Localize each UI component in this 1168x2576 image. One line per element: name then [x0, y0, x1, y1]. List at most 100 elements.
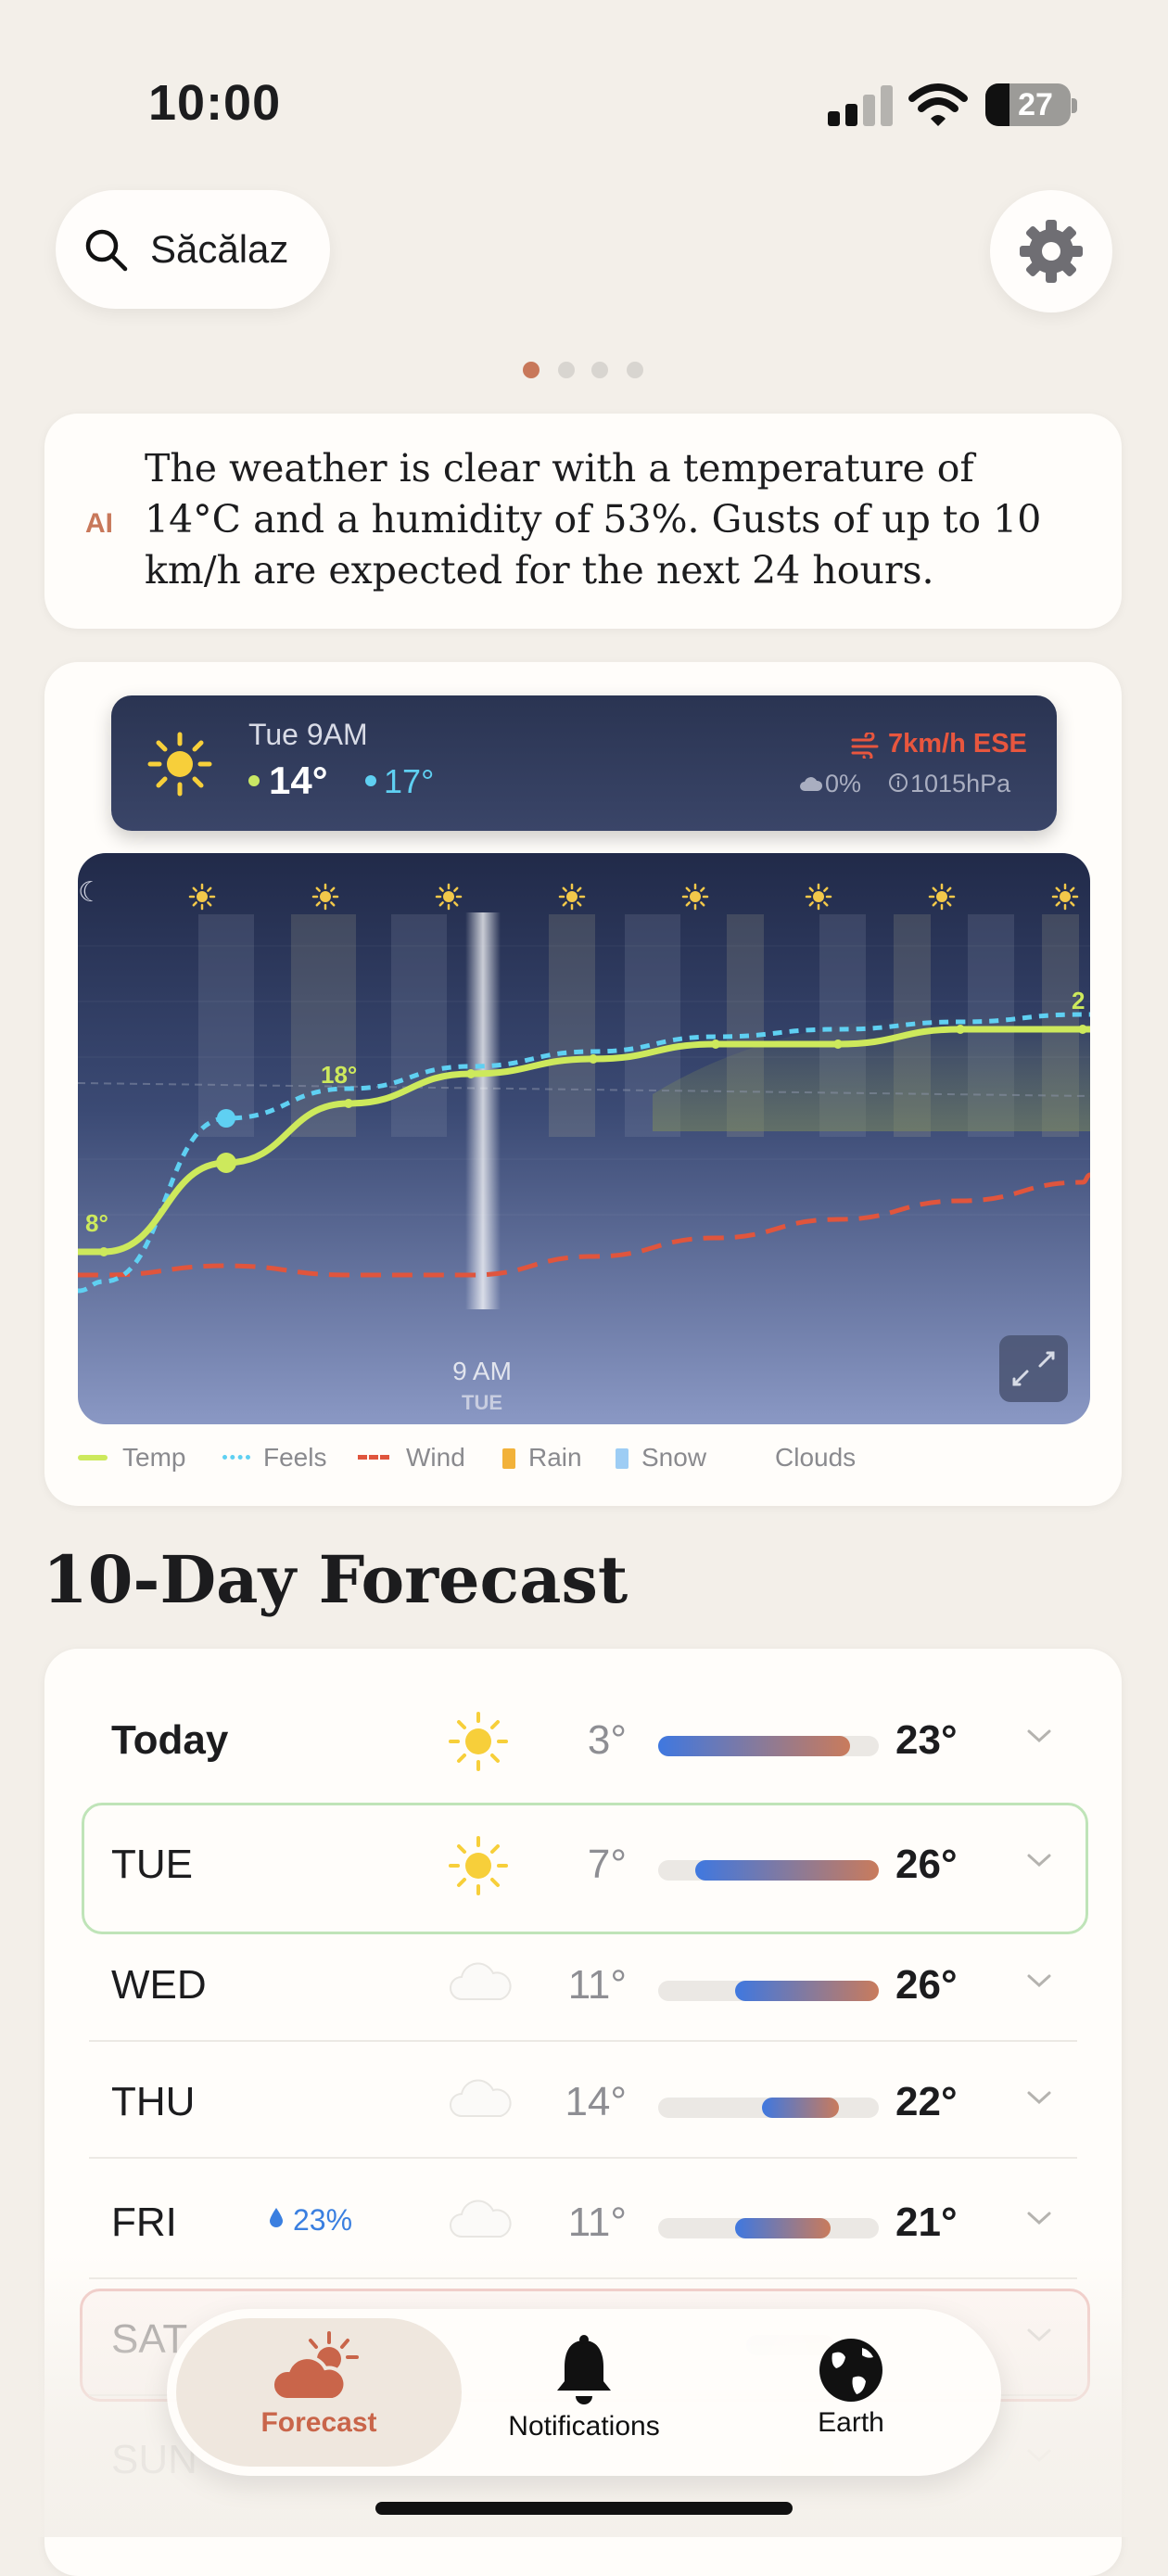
sun-icon: [311, 883, 339, 911]
sun-icon: [681, 883, 709, 911]
cloud-icon: [445, 2070, 512, 2136]
legend-temp: Temp: [78, 1443, 185, 1473]
row-separator: [89, 2040, 1077, 2042]
forecast-title: 10-Day Forecast: [43, 1541, 628, 1618]
legend-clouds: Clouds: [775, 1443, 857, 1472]
settings-button[interactable]: [990, 190, 1112, 312]
temp-point: [99, 1247, 108, 1256]
temp-range-bar: [658, 2218, 879, 2238]
high-temp: 22°: [895, 2079, 958, 2124]
row-separator: [89, 2157, 1077, 2159]
chevron-down-icon[interactable]: [1025, 2088, 1053, 2107]
tab-forecast[interactable]: Forecast: [176, 2327, 462, 2439]
high-temp: 26°: [895, 1962, 958, 2008]
tab-earth[interactable]: Earth: [749, 2333, 953, 2439]
page-dot[interactable]: [627, 362, 643, 378]
precipitation-chance: 0%: [825, 770, 862, 797]
cloud-column: [549, 914, 595, 1137]
sun-icon: [558, 883, 586, 911]
temp-edge-label: 2: [1072, 987, 1085, 1014]
cursor-time-label: 9 AM: [452, 1357, 512, 1385]
rain-chance: 23%: [293, 2203, 353, 2237]
sun-icon: [435, 883, 463, 911]
chevron-down-icon[interactable]: [1025, 1851, 1053, 1869]
low-temp: 7°: [587, 1842, 627, 1887]
legend-wind: Wind: [358, 1443, 465, 1473]
temp-dot: [248, 775, 260, 786]
selected-temp-point: [216, 1153, 236, 1173]
globe-icon: [819, 2339, 882, 2402]
battery-nub: [1072, 98, 1077, 113]
ai-summary-text: The weather is clear with a temperature …: [145, 446, 1042, 593]
temp-range-bar: [658, 2098, 879, 2118]
low-temp: 14°: [565, 2079, 627, 2124]
page-dot[interactable]: [591, 362, 608, 378]
feels-dot: [365, 775, 376, 786]
chart-legend: Temp Feels Wind Rain Snow Clouds: [78, 1443, 1098, 1480]
forecast-day: FRI: [111, 2200, 177, 2245]
cellular-signal-icon: [828, 85, 893, 126]
cursor-day-label: TUE: [462, 1391, 502, 1414]
temp-range-bar: [658, 1736, 879, 1756]
search-icon: [85, 229, 128, 272]
sun-icon: [445, 1708, 512, 1775]
wifi-icon: [908, 83, 968, 126]
chevron-down-icon[interactable]: [1025, 1727, 1053, 1745]
hourly-chart-svg[interactable]: 8° 18° 2 ☾ 9 AM TUE: [78, 853, 1090, 1424]
selected-feels-point: [217, 1109, 235, 1128]
page-dot-active[interactable]: [523, 362, 540, 378]
battery-indicator: 27: [985, 83, 1071, 126]
forecast-row-today[interactable]: Today 3° 23°: [89, 1682, 1077, 1801]
legend-rain: Rain: [502, 1443, 582, 1473]
hour-detail-header: [111, 695, 1057, 831]
chevron-down-icon[interactable]: [1025, 1971, 1053, 1990]
status-time: 10:00: [148, 75, 282, 131]
temp-point: [956, 1025, 965, 1034]
hourly-chart[interactable]: 8° 18° 2 ☾ 9 AM TUE: [78, 853, 1090, 1424]
gear-icon: [1020, 220, 1083, 283]
hour-label: Tue 9AM: [248, 718, 368, 751]
battery-level: 27: [1018, 87, 1053, 122]
bell-icon: [557, 2335, 611, 2404]
location-search-button[interactable]: Săcălaz: [56, 190, 330, 309]
temp-point: [711, 1039, 720, 1049]
sun-icon: [188, 883, 216, 911]
hour-feels-like: 17°: [384, 762, 435, 800]
sun-cloud-icon: [271, 2331, 359, 2402]
forecast-row-thu[interactable]: THU 14° 22°: [89, 2044, 1077, 2162]
temp-range-bar: [658, 1981, 879, 2001]
forecast-row-tue[interactable]: TUE 7° 26°: [89, 1806, 1077, 1925]
cloud-column: [198, 914, 254, 1137]
wind-icon: [851, 733, 879, 759]
page-dot[interactable]: [558, 362, 575, 378]
tab-earth-label: Earth: [818, 2407, 884, 2438]
temp-range-fill: [735, 1981, 879, 2001]
high-temp: 21°: [895, 2200, 958, 2245]
temp-point: [344, 1099, 353, 1108]
temp-peak-label: 18°: [321, 1061, 357, 1089]
pressure: 1015hPa: [910, 770, 1011, 797]
temp-point: [466, 1069, 476, 1078]
low-temp: 3°: [587, 1717, 627, 1763]
forecast-row-wed[interactable]: WED 11° 26°: [89, 1927, 1077, 2046]
hour-temperature: 14°: [269, 759, 328, 802]
ai-badge: AI: [85, 508, 113, 539]
forecast-day: THU: [111, 2079, 196, 2124]
temp-range-bar: [658, 1860, 879, 1881]
hour-cursor[interactable]: [465, 912, 501, 1309]
chevron-down-icon[interactable]: [1025, 2209, 1053, 2227]
high-temp: 26°: [895, 1842, 958, 1887]
temp-range-fill: [658, 1736, 851, 1756]
cloud-icon: [800, 777, 823, 791]
legend-feels: Feels: [222, 1443, 326, 1473]
forecast-day: WED: [111, 1962, 207, 2008]
tab-notifications[interactable]: Notifications: [482, 2333, 686, 2442]
expand-chart-button[interactable]: [999, 1335, 1068, 1402]
temp-range-fill: [695, 1860, 879, 1881]
temp-range-fill: [761, 2098, 840, 2118]
forecast-day: TUE: [111, 1842, 193, 1887]
forecast-day: Today: [111, 1717, 229, 1763]
tab-notifications-label: Notifications: [508, 2411, 660, 2442]
cloud-column: [391, 914, 447, 1137]
sun-icon: [805, 883, 832, 911]
